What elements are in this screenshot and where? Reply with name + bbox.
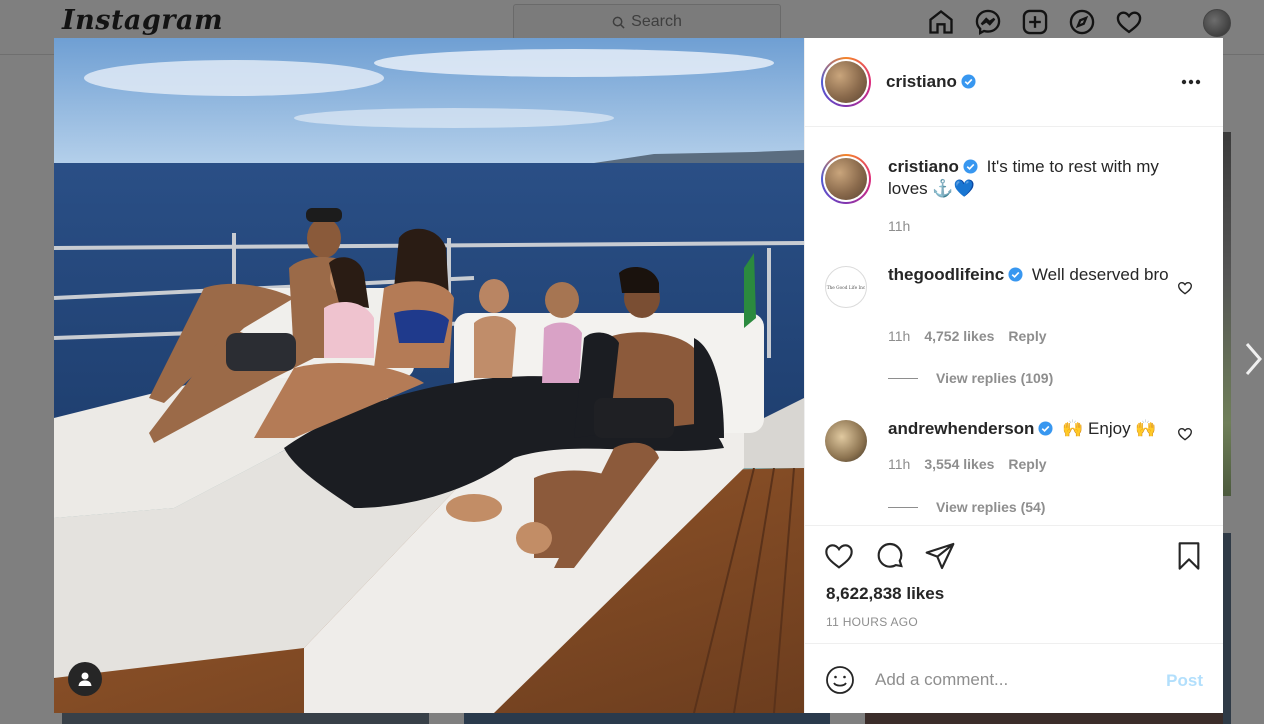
caption-meta: 11h [888, 218, 910, 234]
new-post-icon[interactable] [1020, 7, 1050, 37]
next-post-arrow[interactable] [1243, 341, 1263, 377]
emoji-picker-button[interactable] [825, 665, 855, 695]
more-horizontal-icon [1181, 79, 1201, 85]
author-avatar[interactable] [821, 57, 871, 107]
view-replies-button[interactable]: View replies (54) [888, 499, 1045, 515]
goodlife-logo: The Good Life Inc [827, 286, 866, 291]
post-modal: cristiano cristiano It's time to rest wi… [54, 38, 1223, 713]
commenter-avatar[interactable]: The Good Life Inc [825, 266, 867, 308]
instagram-logo[interactable]: Instagram [62, 5, 223, 36]
like-count[interactable]: 8,622,838 likes [826, 584, 944, 604]
comment-meta: 11h 4,752 likes Reply [888, 328, 1047, 344]
verified-badge-icon [1038, 421, 1053, 436]
like-comment-button[interactable] [1177, 426, 1193, 442]
comment-button[interactable] [874, 540, 906, 572]
tagged-users-button[interactable] [68, 662, 102, 696]
yacht-family-photo [54, 38, 804, 713]
heart-icon [1177, 281, 1193, 295]
reply-button[interactable]: Reply [1008, 328, 1046, 344]
share-button[interactable] [924, 540, 956, 572]
comment-likes[interactable]: 3,554 likes [924, 456, 994, 472]
post-header: cristiano [805, 38, 1223, 127]
home-icon[interactable] [926, 7, 956, 37]
view-replies-button[interactable]: View replies (109) [888, 370, 1053, 386]
author-avatar[interactable] [821, 154, 871, 204]
background-feed-image [464, 713, 830, 724]
comment-input[interactable] [875, 666, 1155, 694]
post-comment-button[interactable]: Post [1166, 671, 1203, 691]
post-actions [805, 540, 1223, 576]
background-feed-image [865, 713, 1223, 724]
like-button[interactable] [823, 540, 855, 572]
more-options-button[interactable] [1179, 72, 1203, 92]
like-comment-button[interactable] [1177, 280, 1193, 296]
heart-icon [825, 544, 853, 569]
caption-text: cristiano It's time to rest with my love… [888, 156, 1173, 200]
comment-likes[interactable]: 4,752 likes [924, 328, 994, 344]
add-comment-row: Post [805, 643, 1223, 713]
verified-badge-icon [1008, 267, 1023, 282]
search-icon [612, 16, 625, 29]
comment-bubble-icon [877, 542, 903, 568]
commenter-avatar[interactable] [825, 420, 867, 462]
reply-button[interactable]: Reply [1008, 456, 1046, 472]
background-feed-image [62, 713, 429, 724]
comment-time[interactable]: 11h [888, 456, 910, 472]
bookmark-icon [1178, 542, 1200, 570]
comment-body: 🙌 Enjoy 🙌 [1062, 419, 1157, 438]
search-placeholder: Search [631, 13, 682, 30]
comment-username[interactable]: thegoodlifeinc [888, 265, 1023, 284]
comments-list[interactable]: cristiano It's time to rest with my love… [805, 128, 1223, 526]
verified-badge-icon [961, 74, 976, 89]
background-feed-image [1222, 132, 1231, 496]
paper-plane-icon [925, 542, 955, 570]
messenger-icon[interactable] [973, 7, 1003, 37]
post-timestamp[interactable]: 11 HOURS AGO [826, 615, 918, 629]
post-sidebar: cristiano cristiano It's time to rest wi… [804, 38, 1223, 713]
comment-body: Well deserved bro [1031, 265, 1169, 284]
smiley-icon [826, 666, 854, 694]
search-box[interactable]: Search [513, 4, 781, 40]
svg-text:The Good Life Inc: The Good Life Inc [827, 286, 866, 291]
explore-icon[interactable] [1067, 7, 1097, 37]
activity-heart-icon[interactable] [1114, 7, 1144, 37]
heart-icon [1177, 427, 1193, 441]
verified-badge-icon [963, 159, 978, 174]
caption-username[interactable]: cristiano [888, 157, 978, 176]
author-username-text[interactable]: cristiano [886, 72, 957, 91]
post-photo[interactable] [54, 38, 804, 713]
author-username[interactable]: cristiano [886, 72, 976, 92]
save-button[interactable] [1173, 540, 1205, 572]
caption-time[interactable]: 11h [888, 218, 910, 234]
comment-text: andrewhenderson 🙌 Enjoy 🙌 [888, 418, 1173, 440]
person-icon [78, 672, 92, 686]
comment-time[interactable]: 11h [888, 328, 910, 344]
comment-text: thegoodlifeinc Well deserved bro [888, 264, 1173, 286]
profile-avatar[interactable] [1203, 9, 1231, 37]
comment-username[interactable]: andrewhenderson [888, 419, 1053, 438]
comment-meta: 11h 3,554 likes Reply [888, 456, 1047, 472]
background-feed-image [1222, 533, 1231, 724]
